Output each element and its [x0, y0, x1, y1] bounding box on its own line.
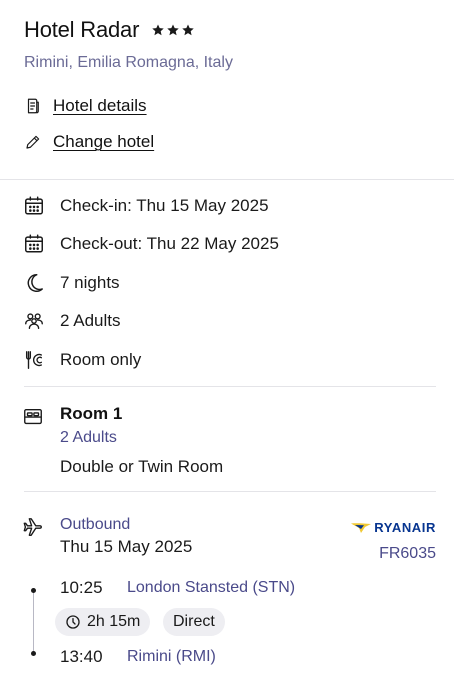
timeline-dot	[31, 651, 36, 656]
calendar-icon	[22, 232, 46, 256]
section-divider	[24, 491, 436, 492]
hotel-location: Rimini, Emilia Romagna, Italy	[24, 54, 233, 71]
check-out-text: Check-out: Thu 22 May 2025	[60, 234, 279, 253]
guests-text: 2 Adults	[60, 311, 121, 330]
star-icon	[182, 24, 194, 36]
hotel-details-link[interactable]: Hotel details	[53, 96, 147, 116]
room-guests: 2 Adults	[60, 429, 117, 446]
arrival-airport: Rimini (RMI)	[127, 648, 216, 665]
airline-logo: RYANAIR	[350, 520, 436, 535]
stops-text: Direct	[173, 613, 215, 630]
section-divider	[0, 179, 454, 180]
hotel-name: Hotel Radar	[24, 17, 140, 42]
moon-icon	[22, 271, 46, 295]
hotel-header: Hotel Radar Rimini, Emilia Romagna, Ital…	[24, 16, 436, 72]
check-in-row: Check-in: Thu 15 May 2025	[22, 193, 269, 219]
check-out-row: Check-out: Thu 22 May 2025	[22, 231, 279, 257]
departure-time: 10:25	[60, 578, 103, 597]
departure-airport: London Stansted (STN)	[127, 579, 296, 596]
room-type: Double or Twin Room	[60, 457, 224, 476]
star-icon	[152, 24, 164, 36]
pencil-icon	[24, 133, 42, 151]
people-icon	[22, 309, 46, 333]
board-text: Room only	[60, 350, 142, 369]
flight-number: FR6035	[379, 545, 436, 562]
cutlery-icon	[22, 348, 46, 372]
hotel-title-row: Hotel Radar	[24, 16, 436, 44]
duration-text: 2h 15m	[87, 613, 141, 630]
nights-row: 7 nights	[22, 270, 120, 296]
stops-chip: Direct	[163, 608, 225, 636]
plane-icon	[22, 516, 46, 540]
guests-row: 2 Adults	[22, 308, 121, 334]
duration-chip: 2h 15m	[55, 608, 151, 636]
clock-icon	[66, 615, 80, 629]
timeline-dot	[31, 588, 36, 593]
flight-direction: Outbound	[60, 516, 131, 533]
room-title: Room 1	[60, 404, 123, 423]
section-divider	[24, 386, 436, 387]
board-row: Room only	[22, 347, 141, 373]
hotel-details-link-row[interactable]: Hotel details	[24, 94, 147, 118]
bed-icon	[22, 406, 46, 430]
check-in-text: Check-in: Thu 15 May 2025	[60, 196, 269, 215]
star-icon	[167, 24, 179, 36]
ryanair-harp-icon	[351, 522, 372, 533]
calendar-icon	[22, 194, 46, 218]
flight-date: Thu 15 May 2025	[60, 537, 193, 556]
timeline-line	[33, 590, 34, 653]
airline-name: RYANAIR	[374, 520, 436, 535]
change-hotel-link[interactable]: Change hotel	[53, 132, 154, 152]
change-hotel-link-row[interactable]: Change hotel	[24, 130, 154, 154]
document-icon	[24, 97, 42, 115]
arrival-time: 13:40	[60, 647, 103, 666]
nights-text: 7 nights	[60, 273, 120, 292]
star-rating	[151, 23, 195, 37]
